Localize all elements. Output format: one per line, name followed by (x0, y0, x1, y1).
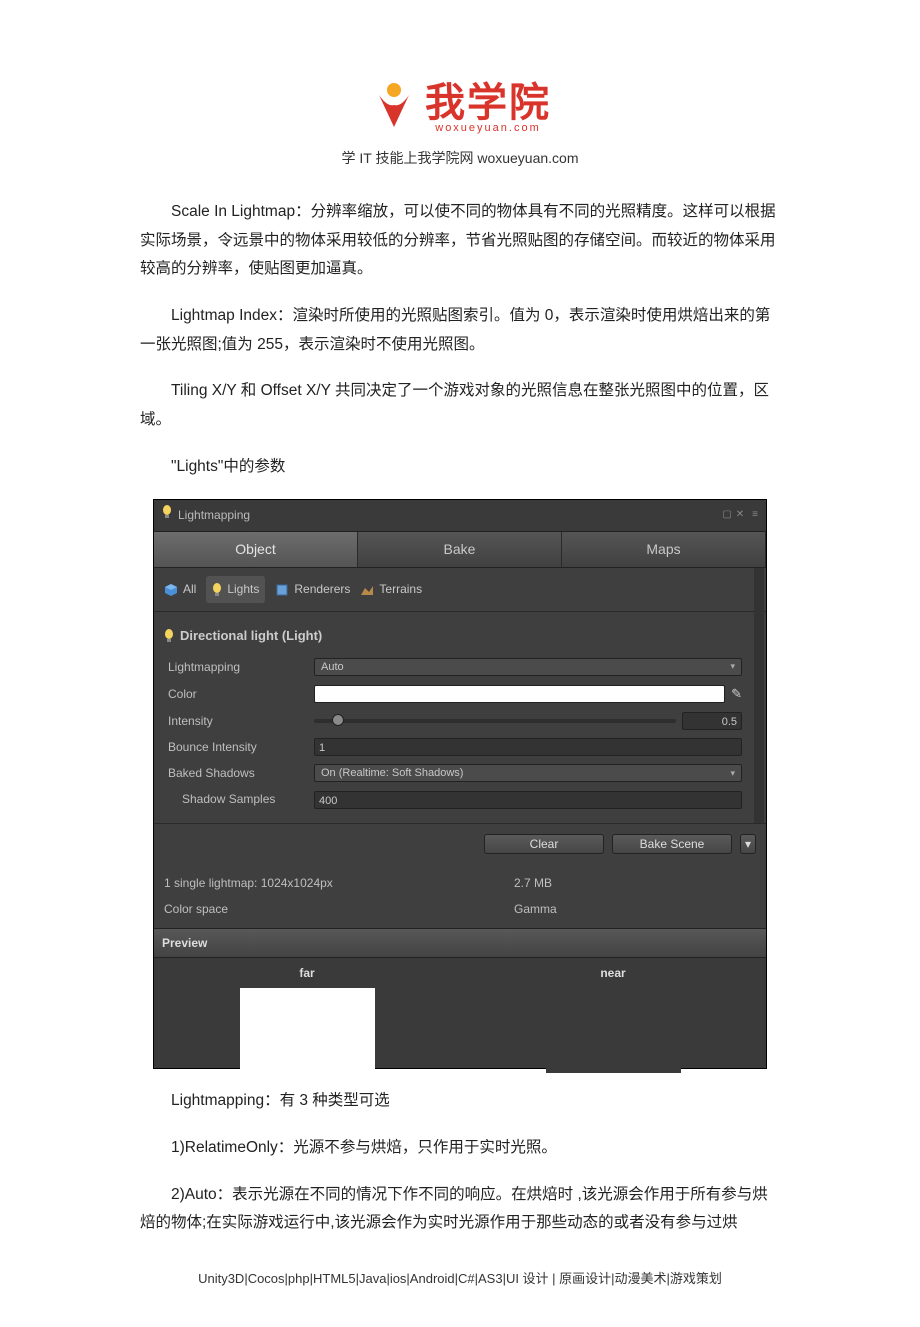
section-title: Directional light (Light) (164, 618, 756, 654)
paragraph-tiling: Tiling X/Y 和 Offset X/Y 共同决定了一个游戏对象的光照信息… (140, 377, 780, 434)
logo-subtext: woxueyuan.com (425, 122, 551, 134)
color-label: Color (164, 683, 314, 705)
tab-bake[interactable]: Bake (358, 532, 562, 568)
filter-bar: All Lights Renderers Terrains (154, 568, 766, 611)
preview-near-thumb (546, 988, 681, 1073)
prop-bounce: Bounce Intensity 1 (164, 734, 756, 760)
cube-icon (164, 583, 178, 597)
filter-renderers[interactable]: Renderers (275, 578, 350, 600)
prop-color: Color ✎ (164, 680, 756, 708)
intensity-label: Intensity (164, 710, 314, 732)
menu-icon[interactable]: ≡ (752, 506, 758, 525)
lightmapping-label: Lightmapping (164, 656, 314, 678)
samples-label: Shadow Samples (164, 788, 314, 810)
preview-far-label: far (154, 958, 460, 988)
bulb-icon (164, 629, 174, 643)
preview-near-label: near (460, 958, 766, 988)
bake-menu-button[interactable]: ▾ (740, 834, 756, 854)
tab-maps[interactable]: Maps (562, 532, 766, 568)
bake-scene-button[interactable]: Bake Scene (612, 834, 732, 854)
prop-shadows: Baked Shadows On (Realtime: Soft Shadows… (164, 760, 756, 786)
colorspace-label: Color space (164, 898, 514, 920)
page-footer: Unity3D|Cocos|php|HTML5|Java|ios|Android… (0, 1268, 920, 1287)
button-row: Clear Bake Scene ▾ (154, 823, 766, 864)
color-swatch[interactable] (314, 685, 725, 703)
tab-bar: Object Bake Maps (154, 531, 766, 569)
window-title: Lightmapping (178, 504, 250, 526)
tagline: 学 IT 技能上我学院网 woxueyuan.com (0, 148, 920, 168)
preview-bar: Preview (154, 928, 766, 958)
prop-samples: Shadow Samples 400 (164, 786, 756, 812)
logo: 我学院 woxueyuan.com (369, 70, 551, 134)
colorspace-value: Gamma (514, 898, 557, 920)
bulb-icon (162, 504, 172, 526)
chevron-down-icon: ▾ (730, 765, 735, 782)
samples-input[interactable]: 400 (314, 791, 742, 809)
chevron-down-icon: ▾ (730, 658, 735, 675)
filter-all[interactable]: All (164, 578, 196, 600)
page-header: 我学院 woxueyuan.com 学 IT 技能上我学院网 woxueyuan… (0, 70, 920, 168)
prop-intensity: Intensity 0.5 (164, 708, 756, 734)
lightmapping-dropdown[interactable]: Auto ▾ (314, 658, 742, 676)
paragraph-realtime-only: 1)RelatimeOnly：光源不参与烘焙，只作用于实时光照。 (140, 1134, 780, 1163)
mesh-icon (275, 583, 289, 597)
window-controls[interactable]: ▢ ✕ ≡ (722, 506, 758, 525)
eyedropper-icon[interactable]: ✎ (731, 682, 742, 706)
bounce-label: Bounce Intensity (164, 736, 314, 758)
preview-far-thumb (240, 988, 375, 1073)
tab-object[interactable]: Object (154, 532, 358, 568)
maximize-icon[interactable]: ▢ (722, 506, 731, 525)
paragraph-index: Lightmap Index：渲染时所使用的光照贴图索引。值为 0，表示渲染时使… (140, 302, 780, 359)
filter-lights[interactable]: Lights (206, 576, 265, 602)
close-icon[interactable]: ✕ (736, 506, 744, 525)
document-body: Scale In Lightmap：分辨率缩放，可以使不同的物体具有不同的光照精… (0, 198, 920, 1238)
filter-terrains[interactable]: Terrains (360, 578, 422, 600)
logo-mark-icon (369, 77, 419, 127)
shadows-label: Baked Shadows (164, 762, 314, 784)
shadows-dropdown[interactable]: On (Realtime: Soft Shadows) ▾ (314, 764, 742, 782)
intensity-value[interactable]: 0.5 (682, 712, 742, 730)
scrollbar[interactable] (754, 568, 764, 822)
prop-lightmapping: Lightmapping Auto ▾ (164, 654, 756, 680)
intensity-slider[interactable] (314, 719, 676, 723)
preview-area: far near (154, 958, 766, 1068)
window-titlebar: Lightmapping ▢ ✕ ≡ (154, 500, 766, 530)
lightmap-info-size: 2.7 MB (514, 872, 552, 894)
terrain-icon (360, 583, 374, 597)
paragraph-lights-heading: "Lights"中的参数 (140, 453, 780, 482)
lightmap-info-label: 1 single lightmap: 1024x1024px (164, 872, 514, 894)
bounce-input[interactable]: 1 (314, 738, 742, 756)
unity-lightmapping-window: Lightmapping ▢ ✕ ≡ Object Bake Maps All (153, 499, 767, 1069)
logo-text: 我学院 (425, 81, 551, 125)
bulb-icon (212, 583, 222, 597)
info-panel: 1 single lightmap: 1024x1024px 2.7 MB Co… (154, 864, 766, 928)
paragraph-scale: Scale In Lightmap：分辨率缩放，可以使不同的物体具有不同的光照精… (140, 198, 780, 284)
clear-button[interactable]: Clear (484, 834, 604, 854)
paragraph-lightmapping-types: Lightmapping：有 3 种类型可选 (140, 1087, 780, 1116)
panel-body: All Lights Renderers Terrains Directiona… (154, 568, 766, 822)
paragraph-auto: 2)Auto：表示光源在不同的情况下作不同的响应。在烘焙时 ,该光源会作用于所有… (140, 1181, 780, 1238)
